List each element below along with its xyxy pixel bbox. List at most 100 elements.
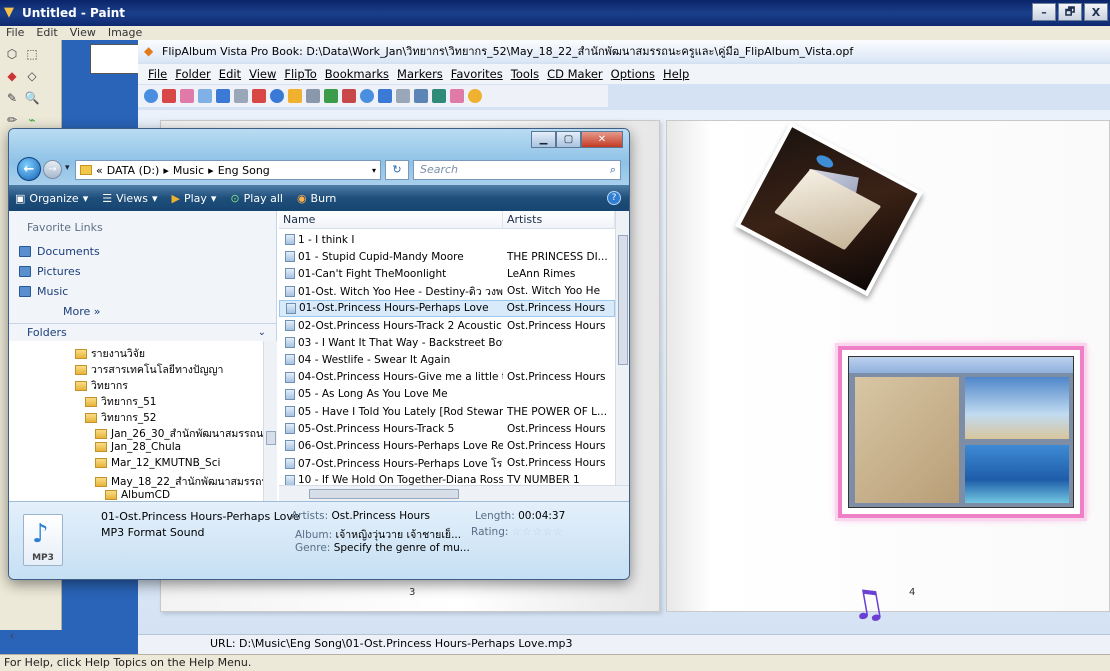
free-select-icon[interactable]: ⬡ <box>2 44 22 64</box>
file-row[interactable]: 07-Ost.Princess Hours-Perhaps Love โรส ไ… <box>279 455 615 472</box>
explorer-maximize-button[interactable]: ▢ <box>556 131 581 148</box>
flip-icon[interactable] <box>216 89 230 103</box>
tree-item[interactable]: วิทยากร_51 <box>85 393 156 410</box>
tree-item[interactable]: วิทยากร_52 <box>85 409 156 426</box>
menu-tools[interactable]: Tools <box>507 67 543 81</box>
list-horizontal-scrollbar[interactable] <box>279 485 629 501</box>
breadcrumb-eng-song[interactable]: Eng Song <box>218 164 270 177</box>
contents-icon[interactable] <box>198 89 212 103</box>
file-row[interactable]: 06-Ost.Princess Hours-Perhaps Love Remix… <box>279 437 615 454</box>
menu-folder[interactable]: Folder <box>171 67 215 81</box>
address-dropdown-icon[interactable]: ▾ <box>372 166 376 175</box>
tree-item[interactable]: May_18_22_สำนักพัฒนาสมรรถนะครูแ <box>95 473 263 490</box>
menu-edit[interactable]: Edit <box>215 67 245 81</box>
add-icon[interactable] <box>270 89 284 103</box>
slideshow-icon[interactable] <box>342 89 356 103</box>
help-icon[interactable]: ? <box>607 191 621 205</box>
menu-options[interactable]: Options <box>607 67 659 81</box>
list-scrollbar-thumb[interactable] <box>618 235 628 365</box>
edit-icon[interactable] <box>306 89 320 103</box>
file-row[interactable]: 05-Ost.Princess Hours-Track 5 Ost.Princes… <box>279 420 615 437</box>
zoom-icon[interactable] <box>360 89 374 103</box>
file-row[interactable]: 04 - Westlife - Swear It Again <box>279 351 615 368</box>
tree-item[interactable]: AlbumCD <box>105 489 170 501</box>
file-row[interactable]: 05 - As Long As You Love Me <box>279 386 615 403</box>
picker-icon[interactable]: ✎ <box>2 88 22 108</box>
address-bar[interactable]: « DATA (D:) ▸ Music ▸ Eng Song ▾ <box>75 160 381 180</box>
select-icon[interactable]: ⬚ <box>22 44 42 64</box>
explorer-minimize-button[interactable]: ▁ <box>531 131 556 148</box>
paint-menu-view[interactable]: View <box>64 26 102 40</box>
options-icon[interactable] <box>414 89 428 103</box>
menu-bookmarks[interactable]: Bookmarks <box>321 67 393 81</box>
tree-item[interactable]: วารสารเทคโนโลยีทางปัญญา <box>75 361 223 378</box>
details-genre[interactable]: Genre: Specify the genre of mu... <box>295 542 470 554</box>
breadcrumb-music[interactable]: Music <box>173 164 204 177</box>
print-icon[interactable] <box>396 89 410 103</box>
paint-menu-edit[interactable]: Edit <box>30 26 63 40</box>
file-row[interactable]: 01 - Stupid Cupid-Mandy Moore THE PRINCES… <box>279 248 615 265</box>
text-icon[interactable] <box>378 89 392 103</box>
file-row[interactable]: 1 - I think I <box>279 231 615 248</box>
history-dropdown[interactable]: ▾ <box>65 163 70 173</box>
favorite-documents[interactable]: Documents <box>19 245 100 258</box>
tree-item[interactable]: รายงานวิจัย <box>75 345 145 362</box>
tree-item[interactable]: Mar_12_KMUTNB_Sci <box>95 457 220 469</box>
details-artists[interactable]: Artists: Ost.Princess Hours <box>291 510 430 522</box>
menu-cd-maker[interactable]: CD Maker <box>543 67 607 81</box>
details-rating[interactable]: Rating: ☆☆☆☆☆ <box>471 526 564 538</box>
tree-item[interactable]: Jan_26_30_สำนักพัฒนาสมรรถนะครูแ <box>95 425 263 442</box>
favorite-music[interactable]: Music <box>19 285 68 298</box>
pencil-icon[interactable]: ✏ <box>2 110 22 130</box>
fill-icon[interactable]: ◇ <box>22 66 42 86</box>
list-scrollbar[interactable] <box>615 211 629 485</box>
menu-favorites[interactable]: Favorites <box>447 67 507 81</box>
menu-flipto[interactable]: FlipTo <box>280 67 320 81</box>
beach-screenshot-photo[interactable] <box>838 346 1084 518</box>
music-note-icon[interactable]: ♫ <box>846 579 889 631</box>
file-row[interactable]: 04-Ost.Princess Hours-Give me a little t… <box>279 369 615 386</box>
browse-icon[interactable] <box>144 89 158 103</box>
breadcrumb-data[interactable]: DATA (D:) <box>107 164 160 177</box>
column-header-artists[interactable]: Artists <box>503 211 615 229</box>
paint-menu-image[interactable]: Image <box>102 26 148 40</box>
tree-scrollbar-thumb[interactable] <box>266 431 276 445</box>
views-button[interactable]: ☰ Views ▾ <box>102 192 157 205</box>
file-row[interactable]: 01-Can't Fight TheMoonlight LeAnn Rimes <box>279 265 615 282</box>
paint-menu-file[interactable]: File <box>0 26 30 40</box>
more-link[interactable]: More » <box>63 305 101 318</box>
refresh-button[interactable]: ↻ <box>385 160 409 180</box>
menu-file[interactable]: File <box>144 67 171 81</box>
bookmark-icon[interactable] <box>252 89 266 103</box>
menu-view[interactable]: View <box>245 67 280 81</box>
color-palette[interactable] <box>90 44 140 74</box>
organize-button[interactable]: ▣ Organize ▾ <box>15 192 88 205</box>
search-icon[interactable]: ⌕ <box>610 161 616 179</box>
help-icon[interactable] <box>468 89 482 103</box>
rating-stars-icon[interactable]: ☆☆☆☆☆ <box>512 526 564 538</box>
folders-header[interactable]: Folders ⌄ <box>9 323 276 341</box>
file-row[interactable]: 01-Ost.Princess Hours-Perhaps Love Ost.Pr… <box>279 299 615 317</box>
page-icon[interactable] <box>180 89 194 103</box>
open-book-icon[interactable] <box>162 89 176 103</box>
favorite-pictures[interactable]: Pictures <box>19 265 81 278</box>
tree-item[interactable]: วิทยากร <box>75 377 128 394</box>
thumbnails-icon[interactable] <box>234 89 248 103</box>
marker-icon[interactable] <box>288 89 302 103</box>
tools-icon[interactable] <box>324 89 338 103</box>
play-all-button[interactable]: ⊙ Play all <box>230 192 283 205</box>
close-button[interactable]: X <box>1084 3 1108 21</box>
tree-scrollbar[interactable] <box>263 341 277 501</box>
burn-button[interactable]: ◉ Burn <box>297 192 336 205</box>
file-row[interactable]: 01-Ost. Witch Yoo Hee - Destiny-ดิว วงพล… <box>279 283 615 300</box>
play-icon[interactable] <box>450 89 464 103</box>
breadcrumb-overflow[interactable]: « <box>96 164 103 177</box>
play-button[interactable]: ▶ Play ▾ <box>171 192 216 205</box>
forward-button[interactable]: → <box>43 160 62 179</box>
details-album[interactable]: Album: เจ้าหญิงวุ่นวาย เจ้าชายเย็... <box>295 526 461 543</box>
menu-help[interactable]: Help <box>659 67 693 81</box>
brush-icon[interactable]: ⌁ <box>22 110 42 130</box>
file-row[interactable]: 03 - I Want It That Way - Backstreet Boy… <box>279 334 615 351</box>
file-row[interactable]: 02-Ost.Princess Hours-Track 2 Acoustic Os… <box>279 317 615 334</box>
back-button[interactable]: ← <box>17 157 41 181</box>
